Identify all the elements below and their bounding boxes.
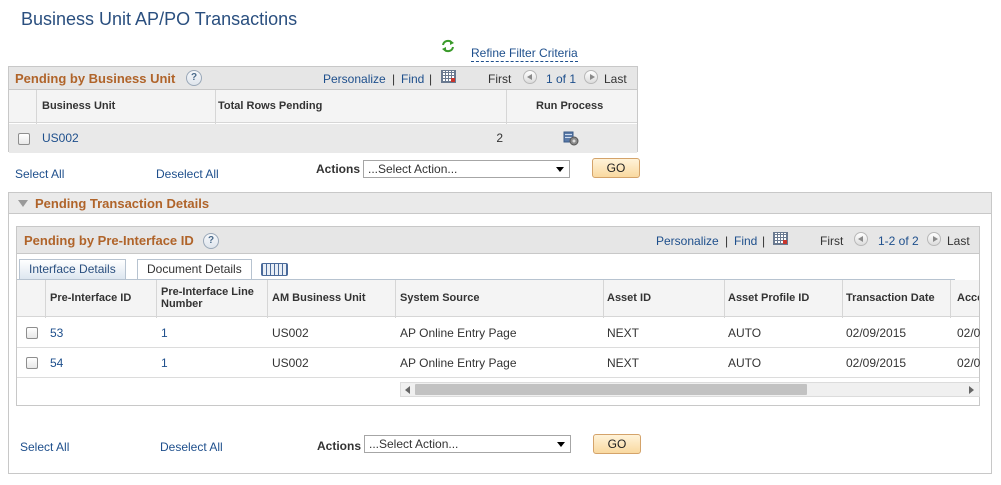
col-header-total-rows-pending[interactable]: Total Rows Pending [218, 100, 322, 112]
col-header-asset-profile-id[interactable]: Asset Profile ID [728, 292, 809, 304]
actions-label: Actions [316, 162, 361, 176]
transaction-date-value: 02/09/2015 [846, 356, 907, 370]
pending-transaction-details-section: Pending Transaction Details Pending by P… [8, 192, 992, 474]
separator: | [725, 234, 729, 248]
collapse-triangle-icon[interactable] [18, 200, 28, 207]
col-header-asset-id[interactable]: Asset ID [607, 292, 651, 304]
scrollbar-thumb[interactable] [415, 384, 807, 395]
col-header-run-process: Run Process [536, 100, 604, 112]
next-row-icon[interactable] [927, 232, 941, 246]
asset-profile-id-value: AUTO [728, 326, 762, 340]
action-select-value: ...Select Action... [368, 162, 458, 176]
col-header-acco[interactable]: Acco [957, 292, 979, 304]
asset-id-value: NEXT [607, 356, 640, 370]
deselect-all-link[interactable]: Deselect All [156, 167, 219, 181]
chevron-down-icon [557, 442, 565, 447]
table-row: 53 1 US002 AP Online Entry Page NEXT AUT… [17, 318, 981, 347]
line-number-link[interactable]: 1 [161, 326, 168, 340]
next-row-icon[interactable] [584, 70, 598, 84]
view-all-grid-icon[interactable] [773, 232, 788, 245]
bu-grid-title: Pending by Business Unit [15, 71, 176, 86]
pre-interface-grid: Pending by Pre-Interface ID ? Personaliz… [16, 226, 980, 406]
select-all-link[interactable]: Select All [15, 167, 64, 181]
acco-value: 02/0 [957, 326, 981, 340]
pre-interface-id-link[interactable]: 53 [50, 326, 63, 340]
last-label[interactable]: Last [604, 72, 627, 86]
asset-id-value: NEXT [607, 326, 640, 340]
help-icon[interactable]: ? [203, 233, 219, 249]
refine-filter-criteria-link[interactable]: Refine Filter Criteria [471, 46, 578, 62]
view-all-grid-icon[interactable] [441, 70, 456, 83]
deselect-all-link[interactable]: Deselect All [160, 440, 223, 454]
help-icon[interactable]: ? [186, 70, 202, 86]
row-select-checkbox[interactable] [26, 357, 38, 369]
personalize-link[interactable]: Personalize [323, 72, 386, 86]
previous-row-icon[interactable] [523, 70, 537, 84]
table-row: 54 1 US002 AP Online Entry Page NEXT AUT… [17, 348, 981, 377]
col-header-transaction-date[interactable]: Transaction Date [846, 292, 935, 304]
go-button[interactable]: GO [593, 434, 641, 454]
col-header-system-source[interactable]: System Source [400, 292, 479, 304]
scroll-right-arrow-icon[interactable] [969, 386, 974, 394]
first-label[interactable]: First [820, 234, 843, 248]
separator: | [392, 72, 396, 86]
row-divider [17, 377, 979, 378]
bu-grid: Pending by Business Unit ? Personalize |… [8, 66, 638, 153]
separator: | [762, 234, 766, 248]
total-rows-pending-value: 2 [496, 131, 503, 145]
table-row [9, 124, 637, 153]
pre-grid-title: Pending by Pre-Interface ID [24, 233, 194, 248]
line-number-link[interactable]: 1 [161, 356, 168, 370]
tab-interface-details[interactable]: Interface Details [19, 259, 126, 280]
scroll-left-arrow-icon[interactable] [405, 386, 410, 394]
system-source-value: AP Online Entry Page [400, 326, 517, 340]
row-range: 1-2 of 2 [878, 234, 919, 248]
personalize-link[interactable]: Personalize [656, 234, 719, 248]
business-unit-link[interactable]: US002 [42, 131, 79, 145]
col-header-pre-interface-id[interactable]: Pre-Interface ID [50, 292, 131, 304]
row-select-checkbox[interactable] [18, 133, 30, 145]
col-header-acco-text: Acco [957, 292, 979, 304]
asset-profile-id-value: AUTO [728, 356, 762, 370]
find-link[interactable]: Find [734, 234, 757, 248]
tab-document-details[interactable]: Document Details [137, 259, 252, 280]
transaction-date-value: 02/09/2015 [846, 326, 907, 340]
separator: | [429, 72, 433, 86]
system-source-value: AP Online Entry Page [400, 356, 517, 370]
action-select[interactable]: ...Select Action... [363, 160, 570, 178]
acco-value: 02/0 [957, 356, 981, 370]
previous-row-icon[interactable] [854, 232, 868, 246]
col-header-business-unit[interactable]: Business Unit [42, 100, 115, 112]
refresh-icon[interactable] [440, 38, 456, 54]
go-button[interactable]: GO [592, 158, 640, 178]
am-business-unit-value: US002 [272, 356, 309, 370]
pre-interface-id-link[interactable]: 54 [50, 356, 63, 370]
last-label[interactable]: Last [947, 234, 970, 248]
am-business-unit-value: US002 [272, 326, 309, 340]
first-label[interactable]: First [488, 72, 511, 86]
action-select-value: ...Select Action... [369, 437, 459, 451]
horizontal-scrollbar[interactable] [400, 382, 980, 397]
col-header-pre-interface-line-number[interactable]: Pre-Interface Line Number [161, 286, 266, 310]
action-select[interactable]: ...Select Action... [364, 435, 571, 453]
actions-label: Actions [317, 439, 362, 453]
section-title: Pending Transaction Details [35, 196, 210, 211]
col-header-am-business-unit[interactable]: AM Business Unit [272, 292, 366, 304]
page-title: Business Unit AP/PO Transactions [21, 9, 298, 29]
run-process-icon[interactable] [562, 129, 580, 147]
row-select-checkbox[interactable] [26, 327, 38, 339]
find-link[interactable]: Find [401, 72, 424, 86]
show-all-columns-icon[interactable] [261, 263, 288, 276]
select-all-link[interactable]: Select All [20, 440, 69, 454]
row-range: 1 of 1 [546, 72, 577, 86]
chevron-down-icon [556, 167, 564, 172]
